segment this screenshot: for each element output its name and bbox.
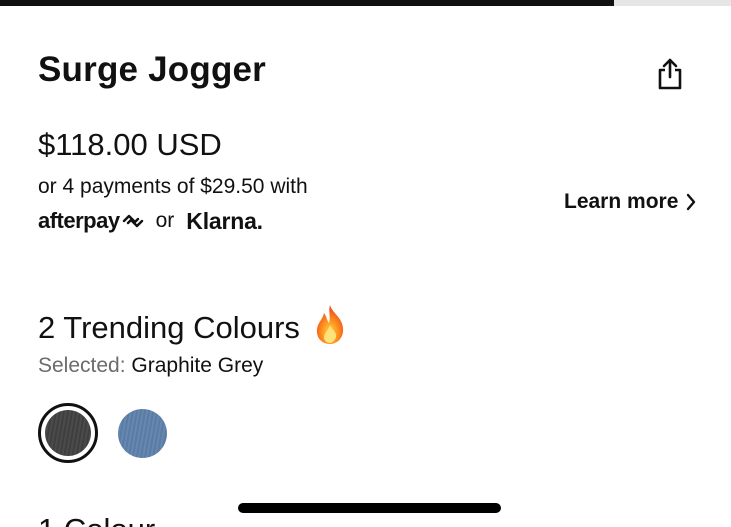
installment-text: or 4 payments of $29.50 with bbox=[38, 175, 308, 198]
learn-more-link[interactable]: Learn more bbox=[564, 190, 696, 214]
klarna-logo: Klarna. bbox=[186, 207, 263, 234]
selected-colour: Selected: Graphite Grey bbox=[38, 354, 263, 378]
scroll-progress-bar bbox=[0, 0, 731, 6]
share-icon bbox=[658, 58, 682, 90]
afterpay-arrows-icon bbox=[122, 214, 143, 228]
afterpay-wordmark: afterpay bbox=[38, 208, 120, 233]
selected-colour-value: Graphite Grey bbox=[131, 354, 264, 377]
next-section-heading: 1 Colour bbox=[38, 512, 155, 527]
home-indicator[interactable] bbox=[238, 503, 501, 513]
colour-swatch-blue[interactable] bbox=[118, 409, 167, 458]
payment-providers: afterpay or Klarna. bbox=[38, 205, 263, 237]
swatch-fill bbox=[45, 410, 91, 456]
trending-colours-title: 2 Trending Colours bbox=[38, 310, 300, 345]
provider-separator: or bbox=[155, 209, 175, 232]
product-title: Surge Jogger bbox=[38, 50, 267, 89]
colour-swatch-graphite-grey[interactable] bbox=[38, 403, 98, 463]
chevron-right-icon bbox=[687, 193, 696, 211]
learn-more-label: Learn more bbox=[564, 190, 679, 213]
product-price: $118.00 USD bbox=[38, 127, 222, 162]
trending-colours-heading: 2 Trending Colours bbox=[38, 303, 348, 353]
afterpay-logo: afterpay bbox=[38, 208, 144, 234]
product-screen: Surge Jogger $118.00 USD or 4 payments o… bbox=[0, 0, 731, 527]
scroll-progress-fill bbox=[0, 0, 615, 6]
selected-colour-label: Selected: bbox=[38, 354, 126, 377]
flame-icon bbox=[312, 303, 348, 353]
share-button[interactable] bbox=[652, 54, 688, 94]
